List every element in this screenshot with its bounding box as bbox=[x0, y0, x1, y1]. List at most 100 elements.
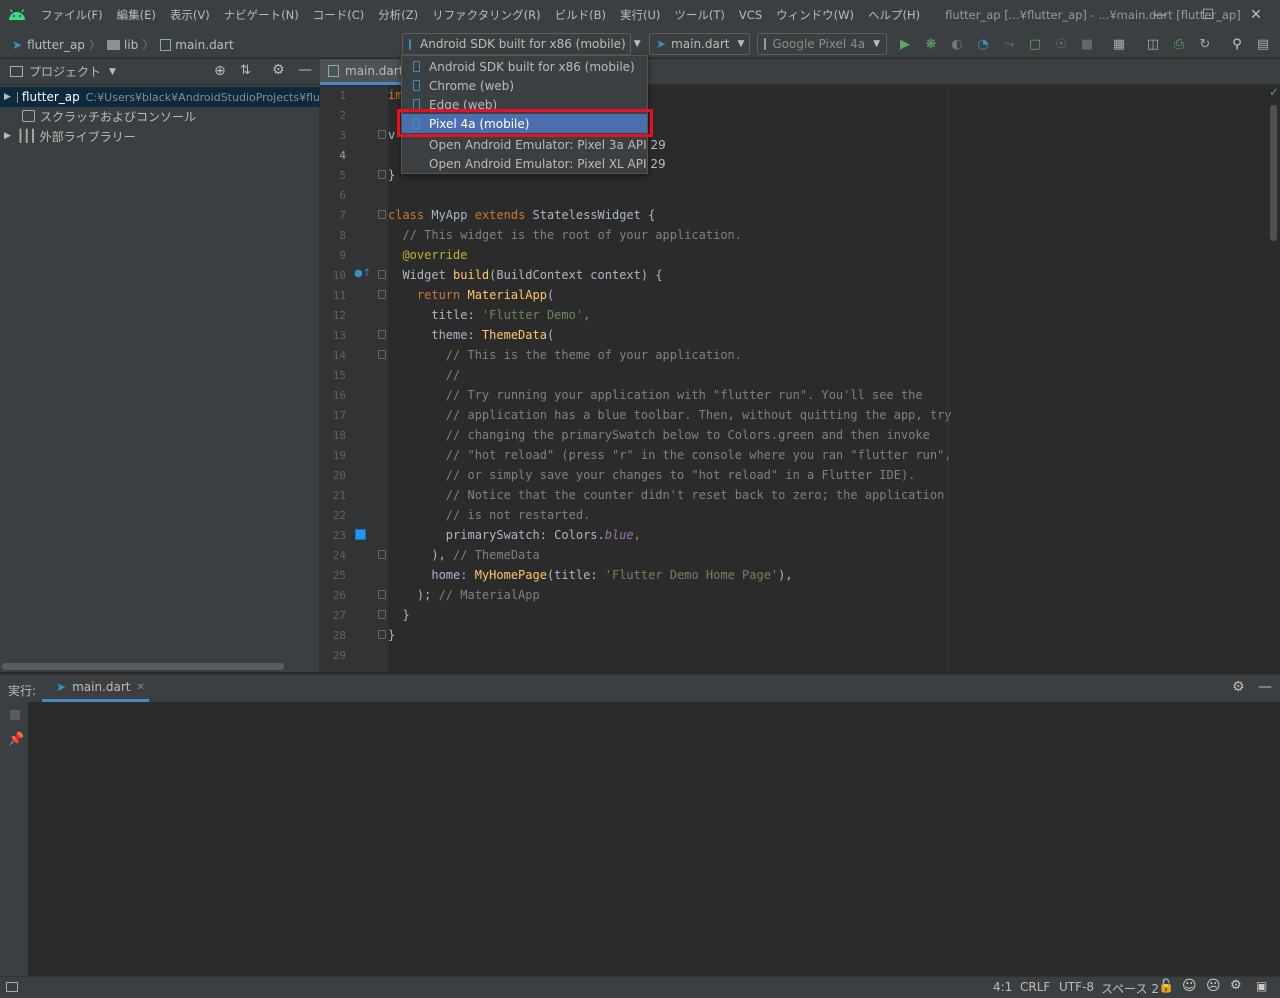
menu-file[interactable]: ファイル(F) bbox=[34, 7, 110, 23]
fold-marker-icon[interactable] bbox=[378, 170, 386, 179]
menu-refactor[interactable]: リファクタリング(R) bbox=[425, 7, 548, 23]
gear-icon[interactable]: ⚙ bbox=[1232, 679, 1245, 695]
line-number[interactable]: 13 bbox=[320, 329, 346, 342]
fold-marker-icon[interactable] bbox=[378, 590, 386, 599]
vertical-scrollbar[interactable]: ✓ bbox=[1268, 85, 1280, 672]
frown-icon[interactable]: ☹ bbox=[1206, 978, 1221, 994]
menu-build[interactable]: ビルド(B) bbox=[548, 7, 613, 23]
event-log-icon[interactable]: ▣ bbox=[1256, 979, 1267, 993]
indent-setting[interactable]: スペース 2 bbox=[1101, 980, 1159, 997]
project-structure-icon[interactable]: ▦ bbox=[1110, 35, 1128, 53]
menu-window[interactable]: ウィンドウ(W) bbox=[769, 7, 861, 23]
menu-navigate[interactable]: ナビゲート(N) bbox=[217, 7, 306, 23]
line-number[interactable]: 19 bbox=[320, 449, 346, 462]
device-option-chrome[interactable]: Chrome (web) bbox=[402, 76, 647, 95]
line-number[interactable]: 1 bbox=[320, 89, 346, 102]
fold-marker-icon[interactable] bbox=[378, 130, 386, 139]
line-number[interactable]: 22 bbox=[320, 509, 346, 522]
line-number[interactable]: 9 bbox=[320, 249, 346, 262]
run-with-coverage-icon[interactable]: ◐ bbox=[948, 35, 966, 53]
line-number[interactable]: 29 bbox=[320, 649, 346, 662]
line-number[interactable]: 14 bbox=[320, 349, 346, 362]
line-number[interactable]: 11 bbox=[320, 289, 346, 302]
line-number[interactable]: 16 bbox=[320, 389, 346, 402]
breadcrumb-project[interactable]: flutter_ap bbox=[27, 38, 85, 52]
avd-manager-icon[interactable]: ◫ bbox=[1144, 35, 1162, 53]
tool-windows-icon[interactable] bbox=[6, 982, 18, 992]
scrollbar-thumb[interactable] bbox=[1270, 105, 1277, 241]
minimize-icon[interactable]: — bbox=[1136, 0, 1184, 30]
device-option-android-sdk[interactable]: Android SDK built for x86 (mobile) bbox=[402, 57, 647, 76]
line-number[interactable]: 24 bbox=[320, 549, 346, 562]
close-icon[interactable]: ✕ bbox=[1232, 0, 1280, 30]
menu-analyze[interactable]: 分析(Z) bbox=[371, 7, 425, 23]
menu-view[interactable]: 表示(V) bbox=[163, 7, 217, 23]
locate-icon[interactable]: ⊕ bbox=[214, 63, 226, 79]
fold-marker-icon[interactable] bbox=[378, 210, 386, 219]
line-separator[interactable]: CRLF bbox=[1020, 980, 1050, 994]
hide-panel-icon[interactable]: — bbox=[298, 62, 312, 78]
menu-run[interactable]: 実行(U) bbox=[613, 7, 667, 23]
chevron-down-icon[interactable]: ▼ bbox=[109, 67, 116, 77]
stop-icon[interactable]: ■ bbox=[1078, 35, 1096, 53]
hot-reload-icon[interactable]: ⤳ bbox=[1000, 35, 1018, 53]
file-encoding[interactable]: UTF-8 bbox=[1059, 980, 1094, 994]
collapse-all-icon[interactable]: ⇅ bbox=[240, 63, 251, 78]
line-number[interactable]: 20 bbox=[320, 469, 346, 482]
device-selector-dropdown[interactable]: Google Pixel 4a ▼ bbox=[757, 33, 887, 55]
line-number[interactable]: 18 bbox=[320, 429, 346, 442]
open-emulator-pixel-3a[interactable]: Open Android Emulator: Pixel 3a API 29 bbox=[402, 135, 666, 154]
fold-marker-icon[interactable] bbox=[378, 270, 386, 279]
line-number[interactable]: 12 bbox=[320, 309, 346, 322]
line-number[interactable]: 3 bbox=[320, 129, 346, 142]
line-number[interactable]: 27 bbox=[320, 609, 346, 622]
apply-changes-icon[interactable]: ▢ bbox=[1026, 35, 1044, 53]
fold-marker-icon[interactable] bbox=[378, 630, 386, 639]
breadcrumb-file[interactable]: main.dart bbox=[175, 38, 233, 52]
line-number[interactable]: 10 bbox=[320, 269, 346, 282]
pin-icon[interactable]: 📌 bbox=[8, 732, 24, 747]
line-number[interactable]: 2 bbox=[320, 109, 346, 122]
color-swatch-icon[interactable] bbox=[355, 529, 366, 540]
menu-code[interactable]: コード(C) bbox=[306, 7, 372, 23]
sync-icon[interactable]: ↻ bbox=[1196, 35, 1214, 53]
fold-marker-icon[interactable] bbox=[378, 350, 386, 359]
fold-marker-icon[interactable] bbox=[378, 610, 386, 619]
run-console[interactable] bbox=[0, 702, 1280, 976]
project-panel-title[interactable]: プロジェクト bbox=[29, 63, 101, 80]
menu-tools[interactable]: ツール(T) bbox=[667, 7, 732, 23]
debug-icon[interactable]: ❋ bbox=[922, 35, 940, 53]
attach-debugger-icon[interactable]: ☉ bbox=[1052, 35, 1070, 53]
expand-icon[interactable]: ▶ bbox=[4, 92, 11, 102]
expand-icon[interactable]: ▶ bbox=[4, 131, 11, 141]
tree-item-flutter-ap[interactable]: ▶ flutter_ap C:¥Users¥black¥AndroidStudi… bbox=[0, 87, 320, 107]
line-number[interactable]: 25 bbox=[320, 569, 346, 582]
line-number[interactable]: 6 bbox=[320, 189, 346, 202]
line-number[interactable]: 28 bbox=[320, 629, 346, 642]
line-number[interactable]: 15 bbox=[320, 369, 346, 382]
run-icon[interactable]: ▶ bbox=[896, 35, 914, 53]
fold-marker-icon[interactable] bbox=[378, 330, 386, 339]
line-number[interactable]: 4 bbox=[320, 149, 346, 162]
line-number[interactable]: 17 bbox=[320, 409, 346, 422]
maximize-icon[interactable]: ☐ bbox=[1184, 0, 1232, 30]
horizontal-scrollbar[interactable] bbox=[2, 663, 284, 670]
tab-main-dart[interactable]: main.dart bbox=[320, 59, 412, 85]
line-number[interactable]: 26 bbox=[320, 589, 346, 602]
search-icon[interactable]: ⚲ bbox=[1228, 35, 1246, 53]
line-number[interactable]: 21 bbox=[320, 489, 346, 502]
open-emulator-pixel-xl[interactable]: Open Android Emulator: Pixel XL API 29 bbox=[402, 154, 666, 173]
gear-icon[interactable]: ⚙ bbox=[272, 62, 285, 78]
profile-icon[interactable]: ◔ bbox=[974, 35, 992, 53]
line-number[interactable]: 8 bbox=[320, 229, 346, 242]
inspector-icon[interactable]: ⚙ bbox=[1230, 978, 1242, 993]
stop-icon[interactable] bbox=[10, 710, 20, 720]
tree-item-scratches[interactable]: スクラッチおよびコンソール bbox=[0, 106, 320, 126]
sdk-manager-icon[interactable]: ⎙ bbox=[1170, 35, 1188, 53]
layout-icon[interactable]: ▤ bbox=[1254, 35, 1272, 53]
override-marker-icon[interactable]: ●↑ bbox=[354, 268, 371, 279]
line-number[interactable]: 7 bbox=[320, 209, 346, 222]
run-config-dropdown[interactable]: ➤ main.dart ▼ bbox=[649, 33, 750, 55]
caret-position[interactable]: 4:1 bbox=[993, 980, 1012, 994]
hide-panel-icon[interactable]: — bbox=[1258, 679, 1272, 695]
